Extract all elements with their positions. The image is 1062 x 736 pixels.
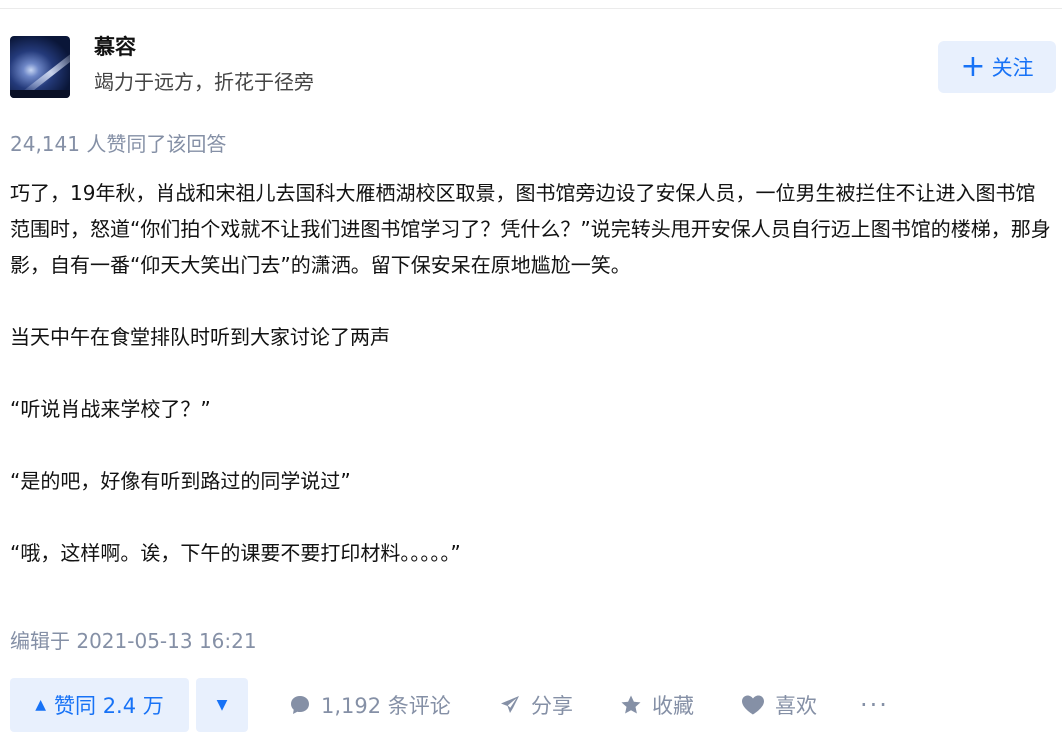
avatar[interactable] <box>10 36 70 98</box>
paragraph: 当天中午在食堂排队时听到大家讨论了两声 <box>10 325 390 349</box>
comment-icon <box>291 696 309 714</box>
star-icon <box>621 695 641 714</box>
top-divider <box>0 8 1062 9</box>
paragraph: “是的吧，好像有听到路过的同学说过” <box>10 469 351 493</box>
heart-icon <box>742 695 764 715</box>
favorite-button[interactable]: 收藏 <box>619 678 694 732</box>
follow-button[interactable]: + 关注 <box>938 41 1056 93</box>
paragraph: “哦，这样啊。诶，下午的课要不要打印材料。。。。。” <box>10 541 461 565</box>
triangle-down-icon: ▼ <box>216 697 228 713</box>
vote-down-button[interactable]: ▼ <box>196 678 248 732</box>
action-bar: ▲ 赞同 2.4 万 ▼ 1,192 条评论 分享 收藏 喜欢 ··· <box>10 678 1056 732</box>
author-info: 慕容 竭力于远方，折花于径旁 + 关注 <box>10 34 1056 98</box>
plus-icon: + <box>960 49 986 84</box>
vote-up-button[interactable]: ▲ 赞同 2.4 万 <box>10 678 189 732</box>
like-label: 喜欢 <box>775 694 817 718</box>
more-button[interactable]: ··· <box>860 678 889 732</box>
author-bio: 竭力于远方，折花于径旁 <box>94 70 314 94</box>
paragraph: 巧了，19年秋，肖战和宋祖儿去国科大雁栖湖校区取景，图书馆旁边设了安保人员，一位… <box>10 181 1051 277</box>
share-label: 分享 <box>531 694 573 718</box>
comment-label: 1,192 条评论 <box>321 694 451 718</box>
votes-summary[interactable]: 24,141 人赞同了该回答 <box>10 131 226 157</box>
favorite-label: 收藏 <box>652 694 694 718</box>
share-button[interactable]: 分享 <box>498 678 573 732</box>
paragraph: “听说肖战来学校了？” <box>10 397 211 421</box>
share-icon <box>501 696 519 713</box>
author-name[interactable]: 慕容 <box>94 34 136 60</box>
more-icon: ··· <box>860 691 889 719</box>
triangle-up-icon: ▲ <box>35 697 47 713</box>
vote-up-label: 赞同 2.4 万 <box>54 694 164 718</box>
follow-label: 关注 <box>991 56 1034 80</box>
answer-content: 巧了，19年秋，肖战和宋祖儿去国科大雁栖湖校区取景，图书馆旁边设了安保人员，一位… <box>10 175 1055 571</box>
edit-time[interactable]: 编辑于 2021-05-13 16:21 <box>10 628 257 654</box>
comment-button[interactable]: 1,192 条评论 <box>288 678 451 732</box>
like-button[interactable]: 喜欢 <box>740 678 817 732</box>
